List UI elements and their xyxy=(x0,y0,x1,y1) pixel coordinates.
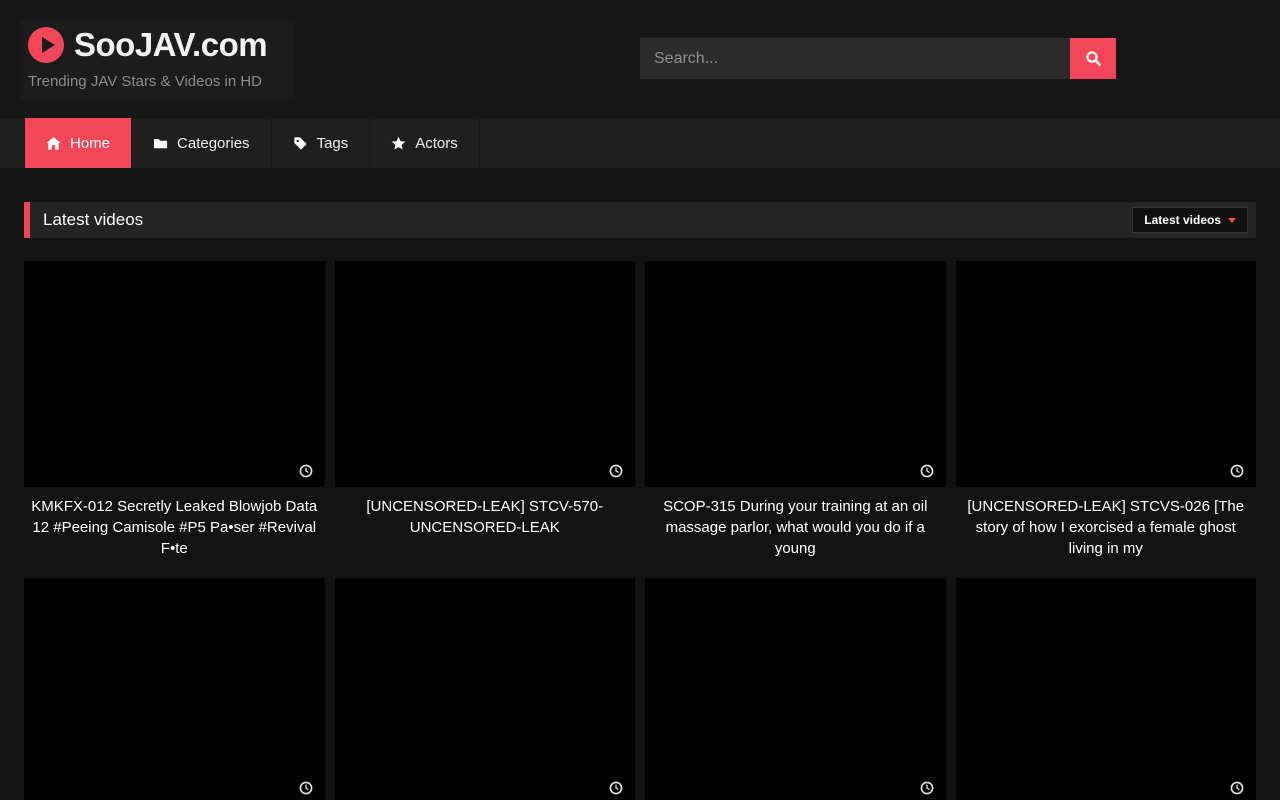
tag-icon xyxy=(293,136,308,151)
sort-dropdown-label: Latest videos xyxy=(1144,213,1221,227)
video-card[interactable]: SCOP-315 During your training at an oil … xyxy=(645,261,946,568)
nav-item-label: Home xyxy=(70,135,110,152)
nav-item-tags[interactable]: Tags xyxy=(272,118,371,168)
video-thumbnail[interactable] xyxy=(956,578,1257,800)
video-thumbnail[interactable] xyxy=(335,578,636,800)
clock-icon xyxy=(920,464,934,478)
nav-item-home[interactable]: Home xyxy=(25,118,132,168)
site-tagline: Trending JAV Stars & Videos in HD xyxy=(28,73,267,90)
section-accent-bar xyxy=(24,202,30,238)
video-card[interactable]: [UNCENSORED-LEAK] MXGS-1296 Absolutely xyxy=(335,578,636,800)
clock-icon xyxy=(920,781,934,795)
main-nav: Home Categories Tags Actors xyxy=(0,118,1280,168)
video-thumbnail[interactable] xyxy=(24,261,325,487)
clock-icon xyxy=(609,781,623,795)
video-thumbnail[interactable] xyxy=(24,578,325,800)
nav-item-label: Categories xyxy=(177,135,250,152)
nav-item-categories[interactable]: Categories xyxy=(132,118,272,168)
clock-icon xyxy=(299,781,313,795)
main-content: Latest videos Latest videos KMKFX-012 Se… xyxy=(0,202,1280,800)
site-logo-text: SooJAV.com xyxy=(74,26,267,64)
section-title: Latest videos xyxy=(43,210,143,230)
search-input[interactable] xyxy=(640,38,1070,79)
video-thumbnail[interactable] xyxy=(956,261,1257,487)
section-header: Latest videos Latest videos xyxy=(24,202,1256,238)
clock-icon xyxy=(609,464,623,478)
sort-dropdown-button[interactable]: Latest videos xyxy=(1132,207,1248,233)
clock-icon xyxy=(1230,781,1244,795)
search-form xyxy=(640,38,1116,79)
clock-icon xyxy=(1230,464,1244,478)
video-title[interactable]: KMKFX-012 Secretly Leaked Blowjob Data 1… xyxy=(24,487,325,568)
search-button[interactable] xyxy=(1070,38,1116,79)
video-title[interactable]: [UNCENSORED-LEAK] STCVS-026 [The story o… xyxy=(956,487,1257,568)
video-grid: KMKFX-012 Secretly Leaked Blowjob Data 1… xyxy=(24,261,1256,800)
video-title[interactable]: [UNCENSORED-LEAK] STCV-570-UNCENSORED-LE… xyxy=(335,487,636,547)
play-icon xyxy=(28,27,64,63)
video-thumbnail[interactable] xyxy=(645,578,946,800)
star-icon xyxy=(391,136,406,151)
video-card[interactable]: [UNCENSORED-LEAK] MLA-231 [3 shots in xyxy=(645,578,946,800)
nav-item-actors[interactable]: Actors xyxy=(370,118,480,168)
video-card[interactable]: NAMH-042 H Cup Big Tits Newcomer (170cm … xyxy=(24,578,325,800)
logo-link[interactable]: SooJAV.com xyxy=(28,26,267,64)
caret-down-icon xyxy=(1228,218,1236,223)
brand-block: SooJAV.com Trending JAV Stars & Videos i… xyxy=(20,20,295,100)
folder-icon xyxy=(153,136,168,151)
video-card[interactable]: KMKFX-012 Secretly Leaked Blowjob Data 1… xyxy=(24,261,325,568)
nav-item-label: Tags xyxy=(317,135,349,152)
nav-item-label: Actors xyxy=(415,135,458,152)
video-thumbnail[interactable] xyxy=(335,261,636,487)
site-header: SooJAV.com Trending JAV Stars & Videos i… xyxy=(0,0,1280,118)
home-icon xyxy=(46,136,61,151)
clock-icon xyxy=(299,464,313,478)
video-card[interactable]: [UNCENSORED-LEAK] STCVS-026 [The story o… xyxy=(956,261,1257,568)
video-thumbnail[interactable] xyxy=(645,261,946,487)
video-title[interactable]: SCOP-315 During your training at an oil … xyxy=(645,487,946,568)
video-card[interactable]: [UNCENSORED-LEAK] STCV-570-UNCENSORED-LE… xyxy=(335,261,636,568)
search-icon xyxy=(1085,50,1102,67)
video-card[interactable]: HPSM-186 Girl @ Era Alice xyxy=(956,578,1257,800)
